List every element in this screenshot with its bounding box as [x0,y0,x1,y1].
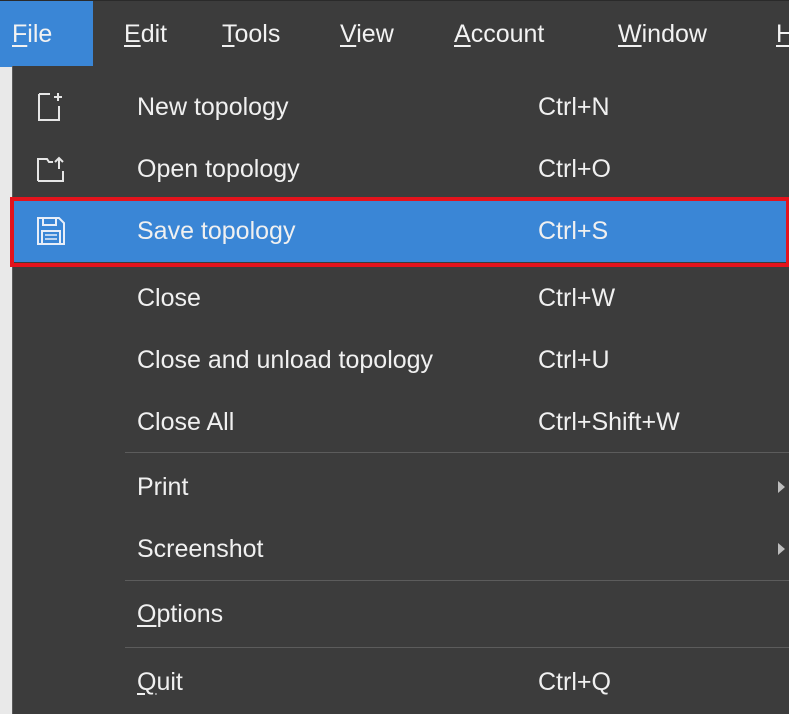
menu-item-label: Close All [137,408,235,436]
submenu-arrow-icon [778,481,785,493]
menu-item-label: New topology [137,93,289,121]
menu-tools-label: ools [234,20,281,48]
menu-edit-mnemonic: E [124,20,141,48]
menu-item-shortcut: Ctrl+O [538,155,611,183]
menu-item-label: Close [137,284,201,312]
menu-item-label: Options [137,583,223,645]
menu-item-new-topology[interactable]: New topology Ctrl+N [13,76,789,138]
menu-view-label: iew [356,20,394,48]
menu-item-shortcut: Ctrl+Q [538,668,611,696]
menu-item-shortcut: Ctrl+Shift+W [538,408,680,436]
menu-account-mnemonic: A [454,20,471,48]
menu-item-shortcut: Ctrl+S [538,217,609,245]
menu-item-label: Screenshot [137,535,264,563]
menu-item-mnemonic: O [137,600,157,628]
menu-view-mnemonic: V [340,20,357,48]
menu-item-label: Quit [137,651,183,713]
menu-account[interactable]: Account [442,1,556,67]
menu-account-label: ccount [470,20,545,48]
menu-item-options[interactable]: Options [13,583,789,645]
menu-item-screenshot[interactable]: Screenshot [13,518,789,580]
menu-bar: File Edit Tools View Account Window H [0,0,789,67]
menu-item-shortcut: Ctrl+U [538,346,610,374]
menu-file-label: ile [27,20,53,48]
menu-edit[interactable]: Edit [112,1,179,67]
menu-item-quit[interactable]: Quit Ctrl+Q [13,651,789,713]
menu-item-open-topology[interactable]: Open topology Ctrl+O [13,138,789,200]
menu-help-mnemonic: H [776,20,789,48]
menu-item-label: Open topology [137,155,300,183]
floppy-disk-icon [35,215,67,247]
menu-item-save-topology[interactable]: Save topology Ctrl+S [13,200,789,262]
submenu-arrow-icon [778,543,785,555]
menu-item-print[interactable]: Print [13,456,789,518]
menu-window[interactable]: Window [606,1,719,67]
menu-item-mnemonic: Q [137,668,157,696]
menu-item-close-and-unload[interactable]: Close and unload topology Ctrl+U [13,329,789,391]
menu-edit-label: dit [140,20,168,48]
menu-item-label: Close and unload topology [137,346,434,374]
app-window: File Edit Tools View Account Window H Ne… [0,0,789,714]
menu-separator [125,265,789,266]
menu-item-label-rest: ptions [156,600,224,628]
menu-tools-mnemonic: T [222,20,235,48]
menu-item-shortcut: Ctrl+W [538,284,616,312]
menu-view[interactable]: View [328,1,406,67]
menu-window-mnemonic: W [618,20,642,48]
menu-item-label: Print [137,473,189,501]
menu-item-close-all[interactable]: Close All Ctrl+Shift+W [13,391,789,453]
menu-separator [125,580,789,581]
menu-item-label-rest: uit [156,668,183,696]
menu-tools[interactable]: Tools [210,1,292,67]
menu-separator [125,647,789,648]
open-folder-icon [35,153,67,185]
menu-item-close[interactable]: Close Ctrl+W [13,267,789,329]
menu-file[interactable]: File [0,1,93,67]
new-file-icon [35,91,67,123]
menu-window-label: indow [641,20,707,48]
menu-separator [125,452,789,453]
menu-item-label: Save topology [137,217,296,245]
menu-item-shortcut: Ctrl+N [538,93,610,121]
menu-help[interactable]: H [764,1,789,67]
file-menu-dropdown: New topology Ctrl+N Open topology Ctrl+O [12,66,789,714]
menu-file-mnemonic: F [12,20,28,48]
